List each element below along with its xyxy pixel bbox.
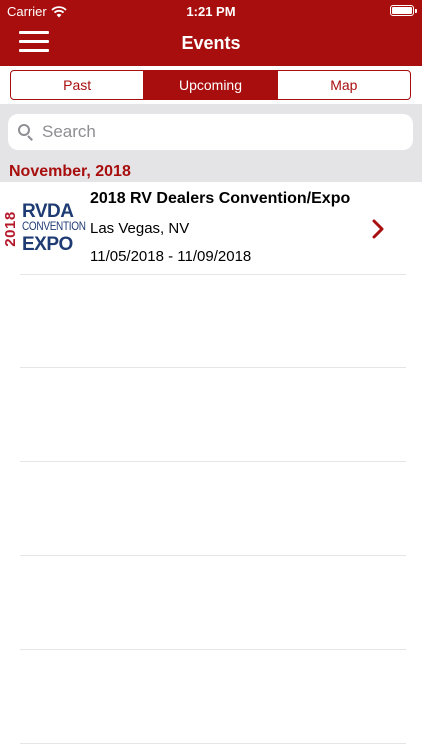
event-dates: 11/05/2018 - 11/09/2018 (90, 248, 252, 265)
section-header-label: November, 2018 (9, 163, 131, 180)
battery-icon (390, 5, 417, 16)
search-input[interactable] (42, 122, 382, 142)
status-time: 1:21 PM (186, 4, 236, 19)
logo-expo: EXPO (22, 234, 73, 255)
status-bar: Carrier 1:21 PM (0, 0, 422, 22)
row-separator (20, 274, 406, 275)
row-separator (20, 649, 406, 650)
row-separator (20, 367, 406, 368)
navigation-bar: Carrier 1:21 PM Events (0, 0, 422, 66)
row-separator (20, 555, 406, 556)
tab-map[interactable]: Map (278, 71, 410, 99)
section-header: November, 2018 (0, 162, 422, 182)
logo-convention: CONVENTION (22, 221, 86, 234)
event-row[interactable]: 2018 RVDA CONVENTION EXPO 2018 RV Dealer… (0, 182, 422, 274)
event-title: 2018 RV Dealers Convention/Expo (90, 190, 351, 207)
event-filter-segmented-control: Past Upcoming Map (10, 70, 411, 100)
event-location: Las Vegas, NV (90, 220, 190, 237)
tab-upcoming[interactable]: Upcoming (144, 71, 278, 99)
chevron-right-icon[interactable] (372, 219, 384, 239)
event-logo: 2018 RVDA CONVENTION EXPO (2, 201, 86, 256)
search-bar (0, 104, 422, 162)
row-separator (20, 743, 406, 744)
search-icon (18, 124, 34, 141)
search-field[interactable] (8, 114, 413, 150)
logo-rvda: RVDA (22, 201, 74, 222)
page-title: Events (181, 33, 241, 53)
logo-year: 2018 (2, 211, 19, 247)
tab-past[interactable]: Past (11, 71, 145, 99)
row-separator (20, 461, 406, 462)
